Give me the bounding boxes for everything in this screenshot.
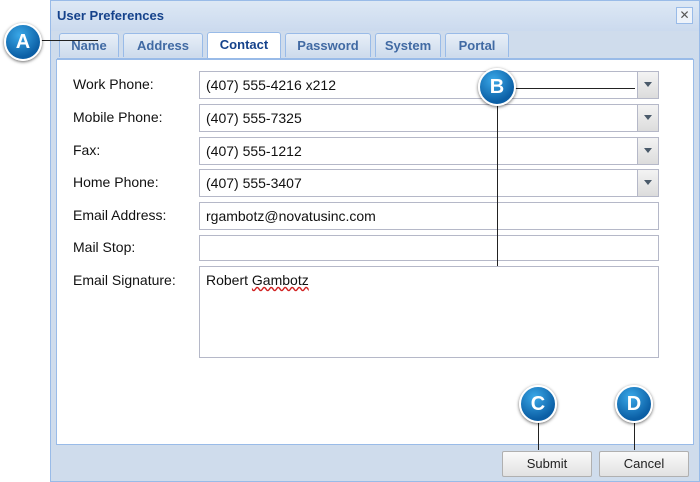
callout-a-line — [38, 40, 98, 41]
work-phone-label: Work Phone: — [73, 76, 154, 92]
email-address-label: Email Address: — [73, 207, 167, 223]
tab-strip: Name Address Contact Password System Por… — [57, 31, 693, 59]
submit-button[interactable]: Submit — [502, 451, 592, 477]
home-phone-combo[interactable]: (407) 555-3407 — [199, 169, 659, 197]
mobile-phone-combo[interactable]: (407) 555-7325 — [199, 104, 659, 132]
tab-name[interactable]: Name — [59, 33, 119, 57]
callout-c-line — [538, 422, 539, 450]
work-phone-combo[interactable]: (407) 555-4216 x212 — [199, 71, 659, 99]
contact-panel: Work Phone: (407) 555-4216 x212 Mobile P… — [56, 59, 694, 445]
mail-stop-field[interactable] — [199, 235, 659, 261]
tab-portal[interactable]: Portal — [445, 33, 509, 57]
work-phone-value: (407) 555-4216 x212 — [206, 77, 336, 93]
email-address-field[interactable]: rgambotz@novatusinc.com — [199, 202, 659, 230]
tab-address[interactable]: Address — [123, 33, 203, 57]
mail-stop-label: Mail Stop: — [73, 239, 136, 255]
home-phone-label: Home Phone: — [73, 174, 159, 190]
signature-text: Robert — [206, 272, 252, 288]
email-signature-label: Email Signature: — [73, 272, 176, 288]
fax-combo[interactable]: (407) 555-1212 — [199, 137, 659, 165]
title-bar: User Preferences ✕ — [51, 1, 699, 31]
chevron-down-icon[interactable] — [637, 105, 658, 131]
chevron-down-icon[interactable] — [637, 170, 658, 196]
close-icon[interactable]: ✕ — [676, 7, 693, 24]
callout-d-marker: D — [615, 385, 653, 423]
callout-b-marker: B — [478, 68, 516, 106]
tab-system[interactable]: System — [375, 33, 441, 57]
fax-value: (407) 555-1212 — [206, 143, 302, 159]
callout-b-line-horizontal — [515, 88, 635, 89]
user-preferences-dialog: User Preferences ✕ Name Address Contact … — [50, 0, 700, 482]
chevron-down-icon[interactable] — [637, 138, 658, 164]
mobile-phone-label: Mobile Phone: — [73, 109, 163, 125]
callout-a-marker: A — [4, 23, 42, 61]
chevron-down-icon[interactable] — [637, 72, 658, 98]
dialog-title: User Preferences — [57, 8, 164, 23]
callout-d-line — [634, 422, 635, 450]
cancel-button[interactable]: Cancel — [599, 451, 689, 477]
tab-contact[interactable]: Contact — [207, 32, 281, 58]
email-signature-textarea[interactable]: Robert Gambotz — [199, 266, 659, 358]
signature-misspelled-text: Gambotz — [251, 272, 309, 288]
home-phone-value: (407) 555-3407 — [206, 175, 302, 191]
fax-label: Fax: — [73, 142, 101, 158]
tab-password[interactable]: Password — [285, 33, 371, 57]
callout-b-line-vertical — [497, 104, 498, 266]
mobile-phone-value: (407) 555-7325 — [206, 110, 302, 126]
callout-c-marker: C — [519, 385, 557, 423]
